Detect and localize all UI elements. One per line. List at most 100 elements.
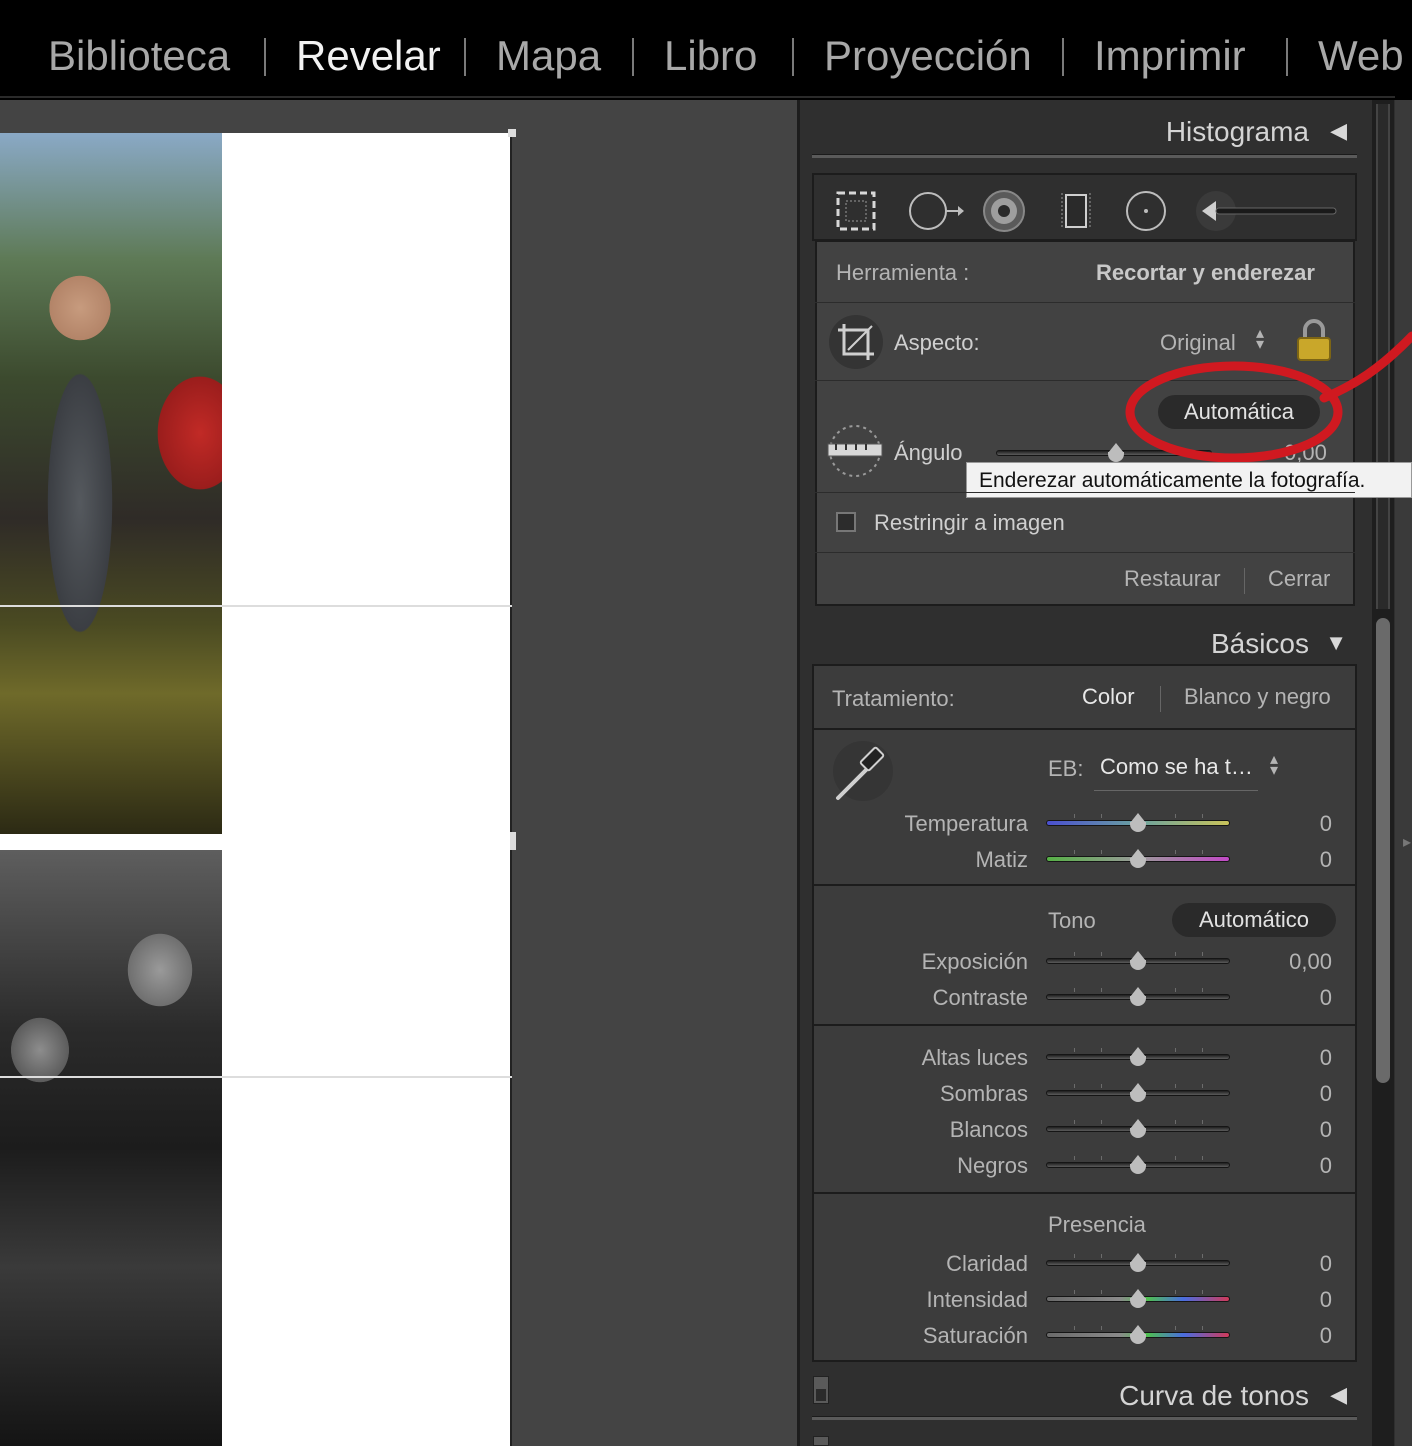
slider-tick (1074, 1048, 1075, 1052)
module-revelar[interactable]: Revelar (296, 32, 441, 80)
aspect-select[interactable]: Original (1160, 330, 1236, 356)
slider-knob[interactable] (1128, 1155, 1148, 1177)
slider-value[interactable]: 0 (1320, 1251, 1332, 1277)
slider-label: Saturación (922, 1323, 1028, 1348)
module-biblioteca[interactable]: Biblioteca (48, 32, 230, 80)
crop-preview[interactable] (0, 133, 512, 1446)
constrain-label[interactable]: Restringir a imagen (874, 510, 1065, 536)
slider-value[interactable]: 0,00 (1289, 949, 1332, 975)
basics-header[interactable]: Básicos ▼ (812, 618, 1357, 668)
constrain-to-image-checkbox[interactable] (836, 512, 856, 532)
select-underline (1094, 790, 1258, 791)
histogram-title: Histograma (1165, 116, 1309, 147)
tone-label: Tono (1048, 908, 1096, 933)
close-button[interactable]: Cerrar (1268, 566, 1330, 592)
module-separator (264, 38, 266, 76)
module-imprimir[interactable]: Imprimir (1094, 32, 1246, 80)
treatment-color-option[interactable]: Color (1082, 684, 1135, 710)
adjustment-brush-icon[interactable] (1194, 189, 1340, 233)
slider-value[interactable]: 0 (1320, 1045, 1332, 1071)
spot-removal-icon[interactable] (906, 189, 966, 233)
tool-strip (812, 173, 1357, 241)
eyedropper-icon[interactable] (830, 738, 896, 804)
highlights-shadows-group (812, 1024, 1357, 1194)
slider-tick (1101, 952, 1102, 956)
histogram-header[interactable]: Histograma ◀ (812, 106, 1357, 156)
slider-tick (1202, 1254, 1203, 1258)
crop-edge-handle[interactable] (510, 832, 516, 850)
slider-label: Exposición (921, 949, 1028, 974)
straighten-tool-icon[interactable] (826, 424, 884, 478)
module-separator (464, 38, 466, 76)
slider-value[interactable]: 0 (1320, 1323, 1332, 1349)
section-toggle-switch[interactable] (813, 1436, 829, 1446)
slider-knob[interactable] (1128, 987, 1148, 1009)
module-separator (1286, 38, 1288, 76)
module-mapa[interactable]: Mapa (496, 32, 601, 80)
slider-tick (1175, 814, 1176, 818)
expand-triangle-icon[interactable]: ▼ (1325, 630, 1347, 656)
select-arrows-icon[interactable]: ▴ ▾ (1270, 752, 1278, 779)
tool-name: Recortar y enderezar (1096, 260, 1315, 285)
slider-tick (1074, 1254, 1075, 1258)
slider-value[interactable]: 0 (1320, 847, 1332, 873)
image-canvas[interactable] (0, 100, 797, 1446)
expand-panel-icon[interactable]: ▸ (1403, 832, 1411, 852)
slider-knob[interactable] (1128, 951, 1148, 973)
slider-tick (1074, 1084, 1075, 1088)
section-divider (812, 154, 1357, 158)
slider-tick (1074, 850, 1075, 854)
row-divider (815, 552, 1355, 553)
basics-title: Básicos (1210, 628, 1309, 659)
slider-tick (1101, 988, 1102, 992)
red-annotation-circle (1125, 331, 1412, 463)
collapse-triangle-icon[interactable]: ◀ (1330, 118, 1347, 144)
slider-knob[interactable] (1128, 1047, 1148, 1069)
crop-corner-handle[interactable] (508, 129, 516, 137)
slider-label: Blancos (949, 1117, 1028, 1142)
lock-icon[interactable] (1294, 318, 1334, 362)
slider-tick (1175, 1048, 1176, 1052)
slider-label: Claridad (946, 1251, 1028, 1276)
panel-scrollbar-thumb[interactable] (1376, 618, 1390, 1083)
slider-knob[interactable] (1128, 1119, 1148, 1141)
module-web[interactable]: Web (1318, 32, 1404, 80)
slider-knob[interactable] (1128, 1083, 1148, 1105)
slider-knob[interactable] (1128, 1289, 1148, 1311)
slider-tick (1101, 1254, 1102, 1258)
slider-value[interactable]: 0 (1320, 1117, 1332, 1143)
slider-knob[interactable] (1128, 813, 1148, 835)
slider-tick (1074, 1120, 1075, 1124)
slider-value[interactable]: 0 (1320, 811, 1332, 837)
slider-value[interactable]: 0 (1320, 1287, 1332, 1313)
slider-knob[interactable] (1128, 1253, 1148, 1275)
tone-curve-header[interactable]: Curva de tonos ◀ (812, 1370, 1357, 1420)
radial-filter-icon[interactable] (1124, 189, 1168, 233)
red-eye-icon[interactable] (982, 189, 1026, 233)
slider-tick (1202, 1290, 1203, 1294)
reset-button[interactable]: Restaurar (1124, 566, 1221, 592)
slider-knob[interactable] (1128, 1325, 1148, 1347)
slider-tick (1202, 1156, 1203, 1160)
module-proyeccion[interactable]: Proyección (824, 32, 1032, 80)
module-libro[interactable]: Libro (664, 32, 757, 80)
slider-tick (1101, 1120, 1102, 1124)
slider-value[interactable]: 0 (1320, 985, 1332, 1011)
slider-knob[interactable] (1128, 849, 1148, 871)
crop-overlay-icon[interactable] (834, 189, 878, 233)
wb-preset-select[interactable]: Como se ha t… (1100, 754, 1253, 780)
slider-tick (1101, 850, 1102, 854)
aspect-label: Aspecto: (894, 330, 980, 355)
graduated-filter-icon[interactable] (1054, 189, 1098, 233)
row-divider (815, 492, 1355, 493)
crop-frame-icon[interactable] (828, 314, 884, 370)
slider-value[interactable]: 0 (1320, 1153, 1332, 1179)
slider-value[interactable]: 0 (1320, 1081, 1332, 1107)
slider-label: Negros (957, 1153, 1028, 1178)
treatment-bw-option[interactable]: Blanco y negro (1184, 684, 1331, 710)
select-arrows-icon[interactable]: ▴ ▾ (1256, 326, 1264, 353)
button-separator (1244, 568, 1245, 594)
auto-tone-button[interactable]: Automático (1172, 903, 1336, 937)
slider-tick (1175, 952, 1176, 956)
collapse-triangle-icon[interactable]: ◀ (1330, 1382, 1347, 1408)
